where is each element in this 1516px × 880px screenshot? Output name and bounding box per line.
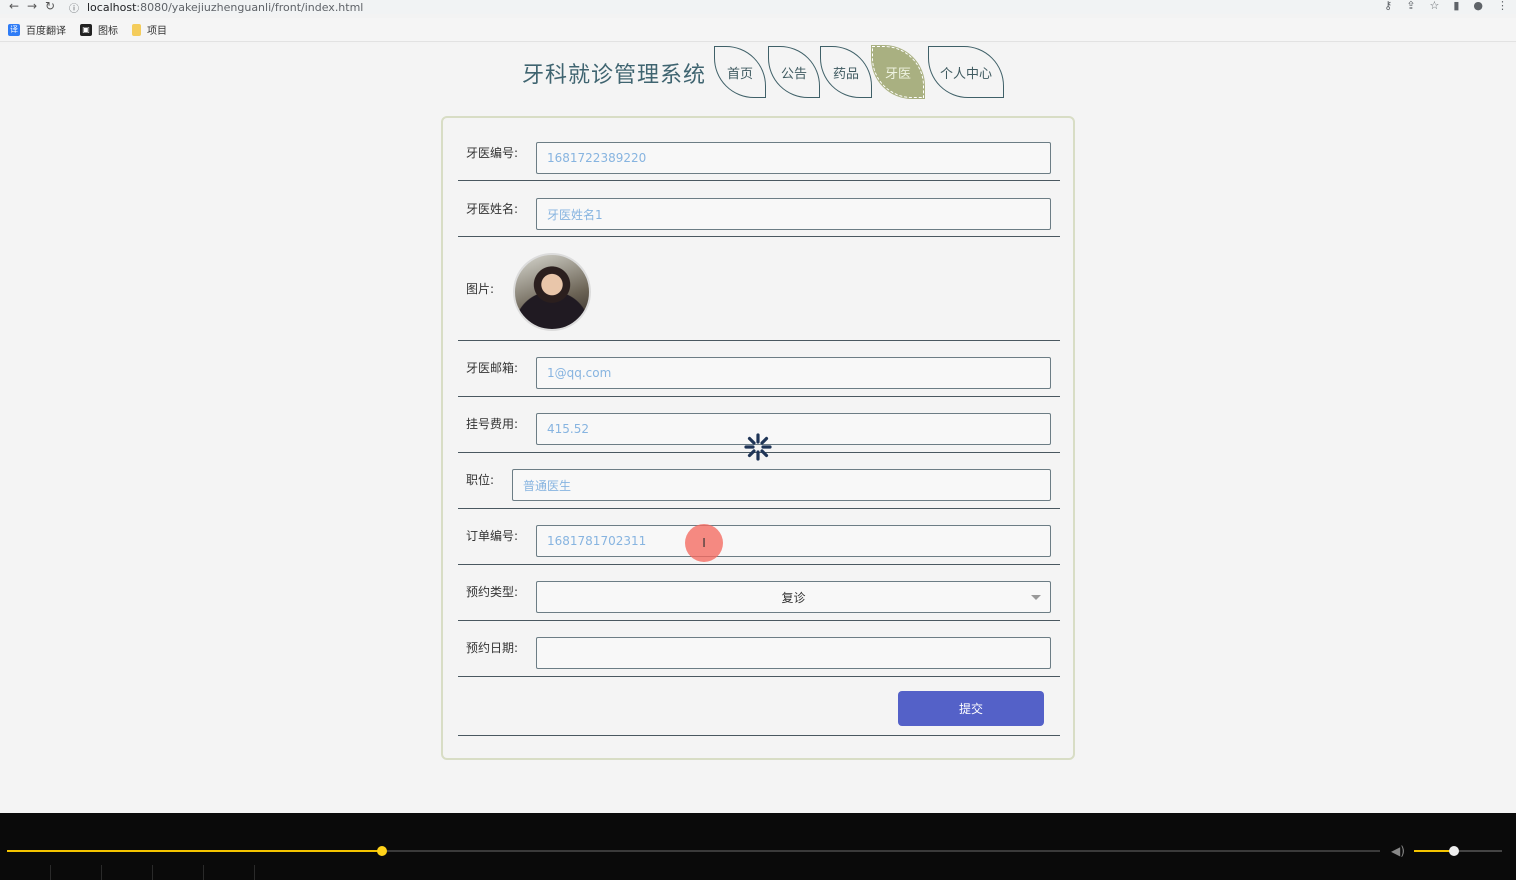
position-label: 职位: <box>466 473 495 487</box>
key-icon[interactable]: ⚷ <box>1384 0 1392 12</box>
form-row-appointment-type: 预约类型: 复诊 <box>458 565 1060 621</box>
tab-home[interactable]: 首页 <box>714 46 766 98</box>
player-segments <box>0 865 1516 880</box>
tab-medicine[interactable]: 药品 <box>820 46 872 98</box>
appointment-type-label: 预约类型: <box>466 585 519 599</box>
dentist-name-field[interactable]: 牙医姓名1 <box>536 198 1051 230</box>
dentist-no-label: 牙医编号: <box>466 146 519 160</box>
segment <box>204 865 255 880</box>
segment <box>51 865 102 880</box>
volume-level <box>1414 850 1454 852</box>
bookmark-baidu-translate[interactable]: 译 百度翻译 <box>8 22 66 37</box>
url-path: :8080/yakejiuzhenguanli/front/index.html <box>136 0 364 14</box>
translate-icon: 译 <box>8 23 20 36</box>
tab-dentist[interactable]: 牙医 <box>871 45 925 99</box>
bookmarks-bar: 译 百度翻译 ▣ 图标 项目 <box>0 18 1516 42</box>
menu-icon[interactable]: ⋮ <box>1497 0 1508 12</box>
segment <box>0 865 51 880</box>
appointment-type-select[interactable]: 复诊 <box>536 581 1051 613</box>
fee-label: 挂号费用: <box>466 417 519 431</box>
tab-personal-center[interactable]: 个人中心 <box>928 46 1004 98</box>
dentist-no-field[interactable]: 1681722389220 <box>536 142 1051 174</box>
form-row-appointment-date: 预约日期: <box>458 621 1060 677</box>
site-title: 牙科就诊管理系统 <box>522 63 707 88</box>
url-host: localhost <box>87 0 137 14</box>
address-bar[interactable]: ⓘ localhost :8080/yakejiuzhenguanli/fron… <box>69 0 364 15</box>
page: 牙科就诊管理系统 首页 公告 药品 牙医 个人中心 牙医编号: 16817223… <box>0 44 1516 813</box>
browser-toolbar: ← → ↻ ⓘ localhost :8080/yakejiuzhenguanl… <box>0 0 1516 15</box>
back-arrow-icon[interactable]: ← <box>5 0 23 14</box>
order-no-label: 订单编号: <box>466 529 519 543</box>
tab-announcements[interactable]: 公告 <box>768 46 820 98</box>
share-icon[interactable]: ⇪ <box>1406 0 1415 12</box>
seek-bar[interactable] <box>7 846 1380 856</box>
forward-arrow-icon[interactable]: → <box>23 0 41 14</box>
photo-label: 图片: <box>466 282 495 296</box>
dentist-avatar <box>513 253 591 331</box>
email-label: 牙医邮箱: <box>466 361 519 375</box>
dentist-name-label: 牙医姓名: <box>466 202 519 216</box>
form-row-position: 职位: 普通医生 <box>458 453 1060 509</box>
sidebar-icon[interactable]: ▮ <box>1453 0 1459 12</box>
chevron-down-icon <box>1031 595 1041 600</box>
video-player-bar: ◀) <box>0 813 1516 880</box>
segment <box>102 865 153 880</box>
position-field[interactable]: 普通医生 <box>512 469 1051 501</box>
email-field[interactable]: 1@qq.com <box>536 357 1051 389</box>
info-icon[interactable]: ⓘ <box>69 0 79 15</box>
order-no-field[interactable]: 1681781702311 <box>536 525 1051 557</box>
folder-icon <box>132 23 141 36</box>
appointment-date-field[interactable] <box>536 637 1051 669</box>
volume-icon[interactable]: ◀) <box>1391 844 1405 858</box>
form-row-order-no: 订单编号: 1681781702311 <box>458 509 1060 565</box>
loading-spinner-icon <box>744 433 772 461</box>
bookmark-icons[interactable]: ▣ 图标 <box>80 22 118 37</box>
form-row-dentist-name: 牙医姓名: 牙医姓名1 <box>458 181 1060 237</box>
volume-slider[interactable] <box>1414 846 1502 856</box>
appointment-type-value: 复诊 <box>781 590 806 605</box>
bookmark-label: 图标 <box>98 26 118 37</box>
form-row-dentist-no: 牙医编号: 1681722389220 <box>458 128 1060 181</box>
form-row-email: 牙医邮箱: 1@qq.com <box>458 341 1060 397</box>
bookmark-label: 项目 <box>147 26 167 37</box>
submit-button[interactable]: 提交 <box>898 691 1044 726</box>
seek-progress <box>7 850 382 852</box>
profile-icon[interactable]: ● <box>1473 0 1483 12</box>
seek-handle[interactable] <box>376 846 387 856</box>
segment <box>153 865 204 880</box>
form-bottom-divider <box>458 735 1060 736</box>
text-cursor-icon: I <box>685 524 723 562</box>
image-icon: ▣ <box>80 23 92 36</box>
form-row-photo: 图片: <box>458 237 1060 341</box>
reload-icon[interactable]: ↻ <box>41 0 59 14</box>
bookmark-label: 百度翻译 <box>26 26 66 37</box>
star-icon[interactable]: ☆ <box>1429 0 1439 12</box>
appointment-date-label: 预约日期: <box>466 641 519 655</box>
volume-handle[interactable] <box>1448 846 1459 856</box>
fee-field[interactable]: 415.52 <box>536 413 1051 445</box>
bookmark-project[interactable]: 项目 <box>132 22 167 37</box>
